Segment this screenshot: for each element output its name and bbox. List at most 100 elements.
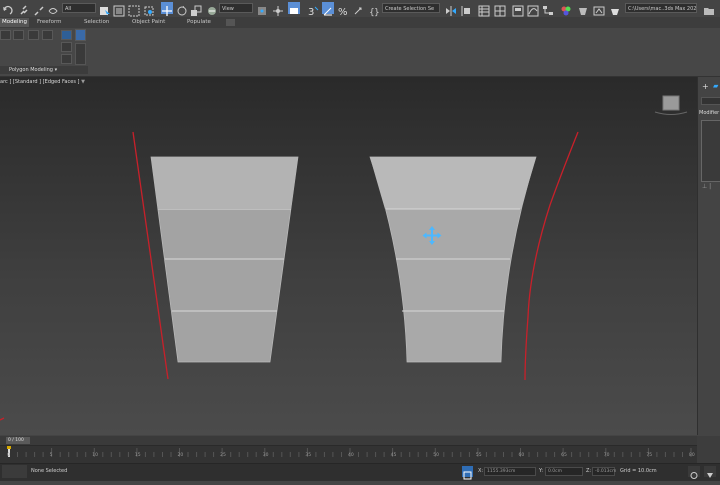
modifier-stack[interactable]: [701, 120, 720, 182]
time-slider-track[interactable]: [0, 436, 697, 445]
ribbon-tool-button[interactable]: [13, 30, 24, 40]
y-label: Y:: [539, 468, 544, 474]
viewport-label[interactable]: arc ] [Standard ] [Edged Faces ] ▼: [0, 79, 85, 85]
frame-tick-label: 65: [561, 453, 567, 458]
rendered-frame-window-icon[interactable]: [593, 2, 605, 16]
layer-explorer-icon[interactable]: [494, 2, 506, 17]
spinner-snap-icon[interactable]: [352, 2, 364, 15]
ribbon-active-tool-button[interactable]: [61, 30, 72, 40]
z-label: Z:: [586, 468, 592, 474]
snaps-toggle-icon[interactable]: 3: [307, 2, 319, 18]
maxscript-listener-icon[interactable]: [2, 465, 27, 478]
manipulate-icon[interactable]: [272, 2, 284, 16]
main-toolbar: All View 3 % {} Create Selection Se C:\U…: [0, 0, 720, 18]
tab-populate[interactable]: Populate: [187, 18, 211, 27]
align-icon[interactable]: [460, 2, 472, 16]
ribbon-tool-button[interactable]: [0, 30, 11, 40]
rect-selection-icon[interactable]: [128, 2, 140, 17]
ribbon-tool-button[interactable]: [61, 54, 72, 64]
scene-explorer-icon[interactable]: [478, 2, 490, 17]
select-move-icon[interactable]: [161, 2, 173, 16]
y-coordinate-field[interactable]: 0.0cm: [545, 467, 583, 476]
frame-tick-label: 30: [262, 453, 269, 458]
ribbon-tool-group[interactable]: [75, 43, 86, 65]
frame-tick-label: 45: [390, 453, 397, 458]
select-place-icon[interactable]: [206, 2, 218, 15]
link-icon[interactable]: [19, 2, 31, 15]
command-panel: + ▰ Modifier ⊥ |: [697, 77, 720, 435]
angle-snap-icon[interactable]: [322, 2, 334, 16]
panel-label-text: Polygon Modeling: [9, 67, 53, 73]
ribbon-tabs: Modeling Freeform Selection Object Paint…: [0, 17, 720, 32]
x-coordinate-field[interactable]: 1155.393cm: [484, 467, 536, 476]
create-icon[interactable]: +: [702, 82, 709, 91]
tab-selection[interactable]: Selection: [84, 18, 109, 27]
frame-tick-label: 20: [177, 453, 184, 458]
timeline-spacer: [697, 436, 720, 463]
right-cup-mesh[interactable]: [369, 156, 537, 363]
select-by-name-icon[interactable]: [113, 2, 125, 17]
time-tag-icon[interactable]: [688, 466, 700, 479]
ribbon-tool-button[interactable]: [75, 29, 86, 41]
key-filters-icon[interactable]: [704, 466, 716, 478]
render-production-icon[interactable]: [609, 2, 621, 15]
named-selection-sets-dropdown[interactable]: Create Selection Se: [382, 3, 440, 13]
viewport-label-text: arc ] [Standard ] [Edged Faces ]: [0, 79, 80, 85]
ribbon-panel: [0, 28, 720, 77]
x-label: X:: [478, 468, 484, 474]
frame-tick-label: 35: [305, 453, 312, 458]
toggle-ribbon-icon[interactable]: [512, 2, 524, 17]
select-object-icon[interactable]: [99, 2, 111, 17]
front-viewport[interactable]: [0, 77, 697, 435]
undo-icon[interactable]: [1, 2, 13, 15]
selection-status: None Selected: [31, 468, 68, 474]
svg-text:}: }: [374, 8, 380, 17]
modifier-list-label[interactable]: Modifier: [699, 110, 719, 116]
project-path-dropdown[interactable]: C:\Users\mac..3ds Max 2023: [625, 3, 697, 13]
window-crossing-icon[interactable]: [143, 2, 155, 16]
project-folder-icon[interactable]: [703, 2, 715, 15]
reference-coord-dropdown[interactable]: View: [219, 3, 253, 13]
frame-tick-label: 55: [475, 453, 482, 458]
percent-snap-icon[interactable]: %: [337, 2, 349, 18]
z-coordinate-field[interactable]: -0.013cm: [592, 467, 616, 476]
polygon-modeling-panel-label[interactable]: Polygon Modeling ▾: [0, 66, 88, 74]
object-name-field[interactable]: [701, 97, 720, 105]
ribbon-tool-button[interactable]: [61, 42, 72, 52]
bind-spacewarp-icon[interactable]: [47, 2, 59, 14]
absolute-mode-icon[interactable]: [462, 466, 473, 480]
mirror-icon[interactable]: [445, 2, 457, 16]
viewcube-icon[interactable]: [654, 95, 688, 115]
pivot-center-icon[interactable]: [256, 2, 268, 15]
edit-named-selection-icon[interactable]: {}: [368, 2, 380, 18]
modify-icon[interactable]: ▰: [713, 82, 718, 90]
funnel-icon[interactable]: ▼: [81, 79, 85, 85]
frame-tick-label: 50: [433, 453, 439, 458]
render-setup-icon[interactable]: [577, 2, 589, 15]
material-editor-icon[interactable]: [560, 2, 572, 16]
chevron-down-icon: ▾: [54, 67, 58, 73]
frame-tick-label: 80: [689, 453, 695, 458]
left-cup-mesh[interactable]: [150, 156, 299, 363]
curve-editor-icon[interactable]: [527, 2, 539, 17]
select-rotate-icon[interactable]: [176, 2, 188, 16]
schematic-view-icon[interactable]: [542, 2, 554, 15]
frame-tick-label: 75: [646, 453, 653, 458]
tab-modeling[interactable]: Modeling: [0, 18, 30, 27]
ribbon-tool-button[interactable]: [42, 30, 53, 40]
frame-tick-label: 70: [603, 453, 610, 458]
frame-tick-label: 60: [518, 453, 525, 458]
unlink-icon[interactable]: [33, 2, 45, 16]
frame-tick-label: 40: [348, 453, 354, 458]
tab-freeform[interactable]: Freeform: [37, 18, 62, 27]
time-slider-thumb[interactable]: 0 / 100: [6, 437, 30, 444]
tab-object-paint[interactable]: Object Paint: [132, 18, 165, 27]
selection-filter-dropdown[interactable]: All: [62, 3, 96, 13]
right-profile-spline[interactable]: [524, 131, 579, 381]
ribbon-toggle-icon[interactable]: [226, 19, 235, 32]
ribbon-tool-button[interactable]: [28, 30, 39, 40]
select-scale-icon[interactable]: [190, 2, 202, 16]
small-red-spline[interactable]: [0, 417, 5, 421]
keyboard-shortcut-toggle-icon[interactable]: [288, 2, 300, 14]
pin-stack-icon[interactable]: ⊥ |: [702, 183, 711, 190]
